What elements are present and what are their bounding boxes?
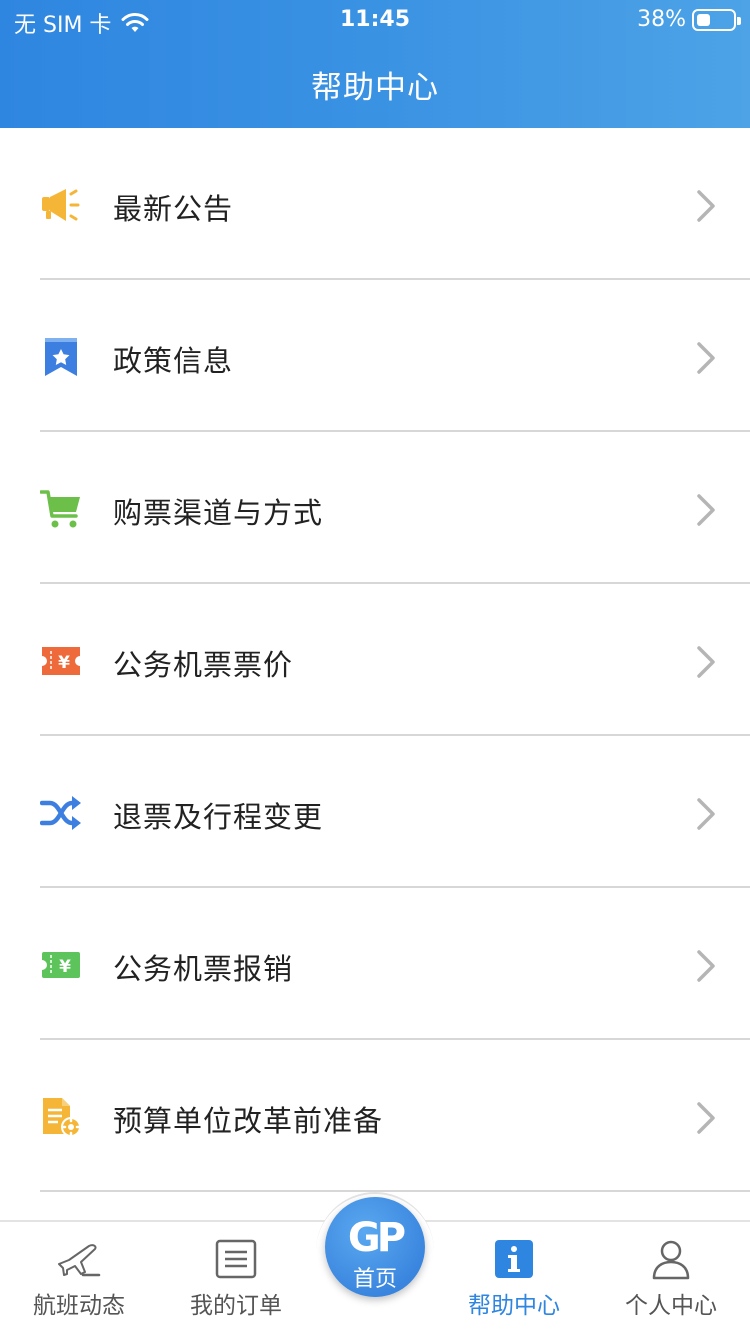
- battery-cap: [737, 16, 741, 25]
- menu-item-label: 公务机票票价: [113, 648, 294, 682]
- tab-label: 我的订单: [190, 1293, 282, 1319]
- chevron-right-icon: [697, 950, 715, 982]
- menu-item-label: 公务机票报销: [113, 952, 294, 986]
- megaphone-icon: [42, 189, 80, 221]
- status-bar: 无 SIM 卡 11:45 38%: [0, 0, 750, 42]
- menu-item-budget-reform[interactable]: 预算单位改革前准备: [0, 1040, 750, 1192]
- tab-label: 首页: [352, 1267, 397, 1292]
- tab-my-orders[interactable]: 我的订单: [161, 1222, 311, 1334]
- battery-icon: [692, 8, 741, 31]
- menu-item-label: 预算单位改革前准备: [113, 1104, 384, 1138]
- tab-help-center[interactable]: 帮助中心: [439, 1222, 589, 1334]
- tab-flight-status[interactable]: 航班动态: [4, 1222, 154, 1334]
- svg-text:¥: ¥: [58, 653, 70, 673]
- menu-item-label: 政策信息: [113, 344, 234, 378]
- battery-group: 38%: [637, 7, 741, 32]
- cart-icon: [40, 490, 80, 528]
- menu-item-label: 退票及行程变更: [113, 800, 324, 834]
- document-gear-icon: [43, 1098, 81, 1137]
- tab-profile[interactable]: 个人中心: [596, 1222, 746, 1334]
- header-bar: 无 SIM 卡 11:45 38% 帮助中心: [0, 0, 750, 128]
- menu-item-purchase-channels[interactable]: 购票渠道与方式: [0, 432, 750, 584]
- order-list-icon: [215, 1239, 257, 1279]
- menu-item-refund-changes[interactable]: 退票及行程变更: [0, 736, 750, 888]
- menu-item-policy[interactable]: 政策信息: [0, 280, 750, 432]
- chevron-right-icon: [697, 646, 715, 678]
- tab-label: 个人中心: [625, 1293, 717, 1319]
- svg-text:¥: ¥: [59, 957, 71, 977]
- yen-voucher-icon: ¥: [42, 952, 80, 978]
- menu-item-label: 最新公告: [113, 192, 234, 226]
- battery-fill: [697, 13, 710, 26]
- battery-percent: 38%: [637, 7, 686, 32]
- chevron-right-icon: [697, 1102, 715, 1134]
- yen-ticket-icon: ¥: [42, 647, 80, 675]
- chevron-right-icon: [697, 494, 715, 526]
- help-menu-list: 最新公告 政策信息 购票渠道与方式 ¥ 公务机票票价 退票及行程变更 ¥ 公务机…: [0, 128, 750, 1192]
- person-icon: [652, 1240, 690, 1280]
- divider: [40, 1190, 750, 1192]
- menu-item-announcements[interactable]: 最新公告: [0, 128, 750, 280]
- tab-label: 航班动态: [33, 1293, 125, 1319]
- chevron-right-icon: [697, 342, 715, 374]
- plane-icon: [58, 1244, 101, 1277]
- menu-item-label: 购票渠道与方式: [113, 496, 324, 530]
- tab-label: 帮助中心: [468, 1293, 560, 1319]
- chevron-right-icon: [697, 190, 715, 222]
- shuffle-icon: [40, 796, 81, 830]
- menu-item-reimbursement[interactable]: ¥ 公务机票报销: [0, 888, 750, 1040]
- gp-logo-icon: GP: [347, 1215, 406, 1261]
- bookmark-star-icon: [45, 338, 77, 376]
- chevron-right-icon: [697, 798, 715, 830]
- info-icon: [495, 1240, 533, 1278]
- menu-item-fares[interactable]: ¥ 公务机票票价: [0, 584, 750, 736]
- tab-home-button[interactable]: GP 首页: [325, 1197, 425, 1297]
- page-title: 帮助中心: [311, 70, 439, 106]
